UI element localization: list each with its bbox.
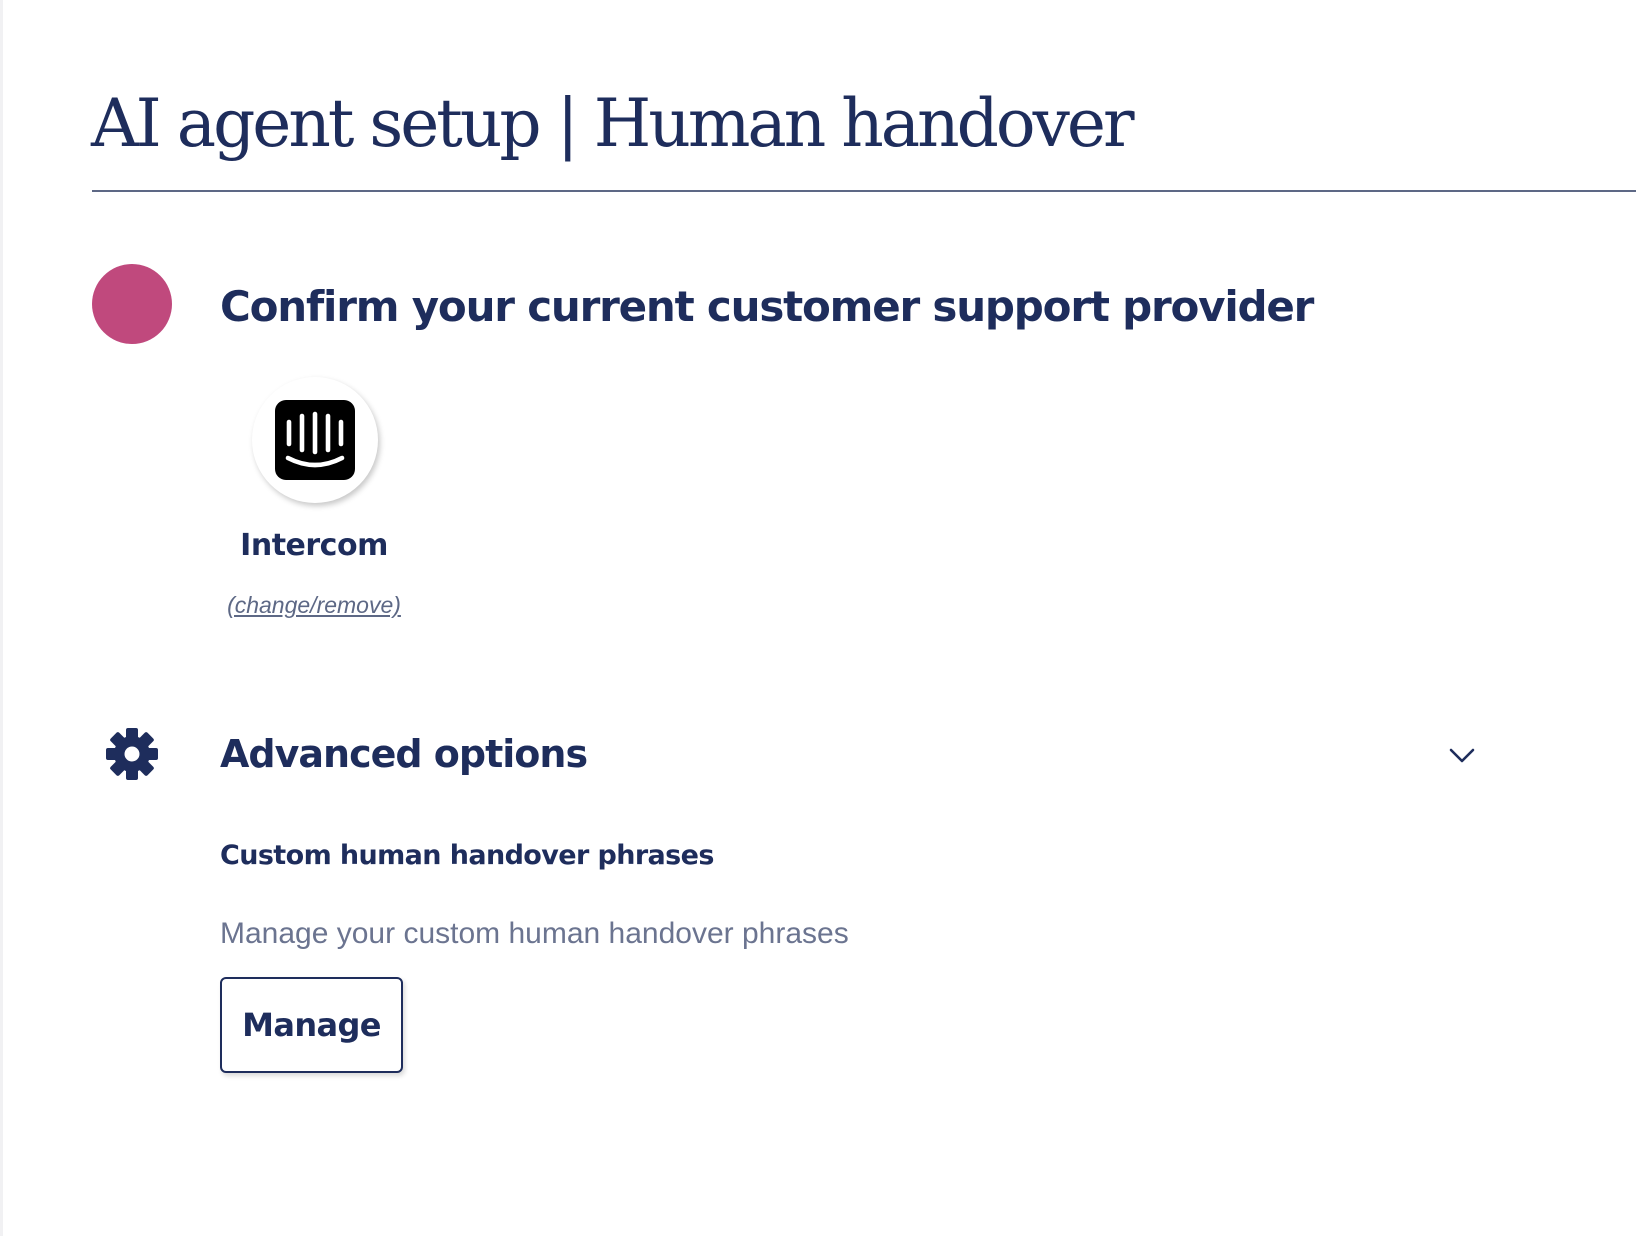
- gear-icon: [106, 728, 158, 780]
- title-divider: [92, 190, 1636, 192]
- provider-name: Intercom: [240, 528, 388, 563]
- intercom-logo-icon: [275, 400, 355, 480]
- chevron-down-icon[interactable]: [1446, 740, 1478, 772]
- custom-phrases-heading: Custom human handover phrases: [220, 840, 714, 871]
- step-status-indicator: [92, 264, 172, 344]
- provider-section-heading: Confirm your current customer support pr…: [220, 282, 1314, 331]
- page-title: AI agent setup | Human handover: [91, 85, 1135, 162]
- page-left-edge: [0, 0, 3, 1236]
- provider-logo-card: [252, 377, 378, 503]
- manage-button[interactable]: Manage: [220, 977, 403, 1073]
- advanced-options-toggle[interactable]: Advanced options: [220, 732, 588, 776]
- custom-phrases-description: Manage your custom human handover phrase…: [220, 917, 849, 950]
- change-remove-provider-link[interactable]: (change/remove): [206, 592, 422, 619]
